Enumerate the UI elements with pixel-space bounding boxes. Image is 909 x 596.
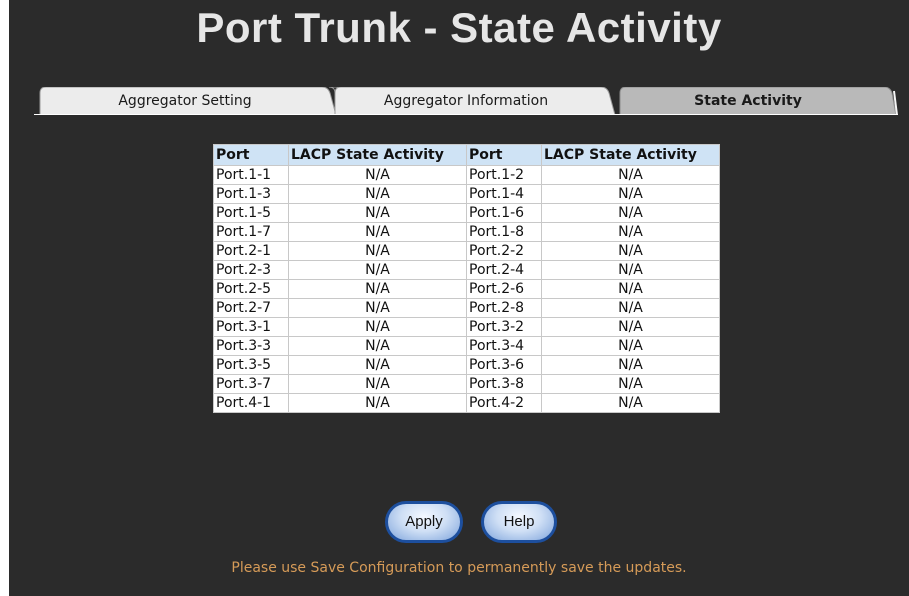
port-cell: Port.2-1 <box>213 241 289 261</box>
column-header-port: Port <box>213 144 289 166</box>
lacp-state-cell: N/A <box>288 317 467 337</box>
lacp-state-cell: N/A <box>541 222 720 242</box>
port-cell: Port.4-1 <box>213 393 289 413</box>
table-row: Port.2-5 N/A Port.2-6 N/A <box>213 279 720 299</box>
lacp-state-cell: N/A <box>288 355 467 375</box>
lacp-state-cell: N/A <box>288 165 467 185</box>
port-cell: Port.1-6 <box>466 203 542 223</box>
help-button[interactable]: Help <box>481 501 557 543</box>
tab-aggregator-information[interactable]: Aggregator Information <box>313 87 619 115</box>
table-row: Port.3-3 N/A Port.3-4 N/A <box>213 336 720 356</box>
port-cell: Port.3-3 <box>213 336 289 356</box>
port-cell: Port.3-5 <box>213 355 289 375</box>
page-title: Port Trunk - State Activity <box>196 4 722 51</box>
lacp-state-cell: N/A <box>541 241 720 261</box>
content-panel: Port Trunk - State Activity Aggregator S… <box>9 0 909 596</box>
port-cell: Port.4-2 <box>466 393 542 413</box>
column-header-lacp-state-activity: LACP State Activity <box>541 144 720 166</box>
port-cell: Port.3-6 <box>466 355 542 375</box>
lacp-state-cell: N/A <box>288 298 467 318</box>
tab-aggregator-setting[interactable]: Aggregator Setting <box>34 87 336 115</box>
lacp-state-cell: N/A <box>541 336 720 356</box>
column-header-port: Port <box>466 144 542 166</box>
lacp-state-cell: N/A <box>288 336 467 356</box>
lacp-state-cell: N/A <box>288 241 467 261</box>
column-header-lacp-state-activity: LACP State Activity <box>288 144 467 166</box>
port-cell: Port.3-8 <box>466 374 542 394</box>
lacp-state-cell: N/A <box>541 260 720 280</box>
table-row: Port.3-1 N/A Port.3-2 N/A <box>213 317 720 337</box>
lacp-state-cell: N/A <box>541 374 720 394</box>
port-cell: Port.1-3 <box>213 184 289 204</box>
port-cell: Port.1-8 <box>466 222 542 242</box>
lacp-state-cell: N/A <box>541 317 720 337</box>
lacp-state-cell: N/A <box>541 355 720 375</box>
table-header-row: Port LACP State Activity Port LACP State… <box>213 144 720 166</box>
tab-aggregator-information-label: Aggregator Information <box>383 93 549 109</box>
lacp-state-cell: N/A <box>288 222 467 242</box>
lacp-state-cell: N/A <box>288 393 467 413</box>
tab-state-activity[interactable]: State Activity <box>598 87 898 115</box>
port-cell: Port.3-4 <box>466 336 542 356</box>
lacp-state-cell: N/A <box>541 165 720 185</box>
table-row: Port.4-1 N/A Port.4-2 N/A <box>213 393 720 413</box>
lacp-state-cell: N/A <box>288 203 467 223</box>
port-cell: Port.1-7 <box>213 222 289 242</box>
table-row: Port.3-5 N/A Port.3-6 N/A <box>213 355 720 375</box>
table-row: Port.1-5 N/A Port.1-6 N/A <box>213 203 720 223</box>
port-cell: Port.2-2 <box>466 241 542 261</box>
port-cell: Port.3-2 <box>466 317 542 337</box>
table-row: Port.2-3 N/A Port.2-4 N/A <box>213 260 720 280</box>
lacp-state-table: Port LACP State Activity Port LACP State… <box>213 144 720 413</box>
port-cell: Port.1-2 <box>466 165 542 185</box>
lacp-state-cell: N/A <box>541 203 720 223</box>
tab-state-activity-label: State Activity <box>694 93 802 109</box>
table-row: Port.1-1 N/A Port.1-2 N/A <box>213 165 720 185</box>
table-row: Port.1-3 N/A Port.1-4 N/A <box>213 184 720 204</box>
table-body: Port.1-1 N/A Port.1-2 N/A Port.1-3 N/A Port.1-… <box>213 165 720 413</box>
port-cell: Port.1-1 <box>213 165 289 185</box>
table-row: Port.1-7 N/A Port.1-8 N/A <box>213 222 720 242</box>
port-cell: Port.3-1 <box>213 317 289 337</box>
port-cell: Port.2-4 <box>466 260 542 280</box>
apply-button[interactable]: Apply <box>385 501 463 543</box>
lacp-state-cell: N/A <box>288 184 467 204</box>
lacp-state-cell: N/A <box>541 298 720 318</box>
lacp-state-cell: N/A <box>541 184 720 204</box>
port-cell: Port.2-8 <box>466 298 542 318</box>
port-cell: Port.2-3 <box>213 260 289 280</box>
table-row: Port.2-7 N/A Port.2-8 N/A <box>213 298 720 318</box>
table-row: Port.2-1 N/A Port.2-2 N/A <box>213 241 720 261</box>
port-cell: Port.3-7 <box>213 374 289 394</box>
port-cell: Port.2-7 <box>213 298 289 318</box>
table-row: Port.3-7 N/A Port.3-8 N/A <box>213 374 720 394</box>
save-configuration-hint: Please use Save Configuration to permane… <box>231 560 687 576</box>
port-cell: Port.2-5 <box>213 279 289 299</box>
lacp-state-cell: N/A <box>288 279 467 299</box>
tab-aggregator-setting-label: Aggregator Setting <box>118 93 252 109</box>
port-cell: Port.1-5 <box>213 203 289 223</box>
port-cell: Port.2-6 <box>466 279 542 299</box>
lacp-state-cell: N/A <box>288 374 467 394</box>
lacp-state-cell: N/A <box>288 260 467 280</box>
lacp-state-cell: N/A <box>541 393 720 413</box>
port-cell: Port.1-4 <box>466 184 542 204</box>
lacp-state-cell: N/A <box>541 279 720 299</box>
